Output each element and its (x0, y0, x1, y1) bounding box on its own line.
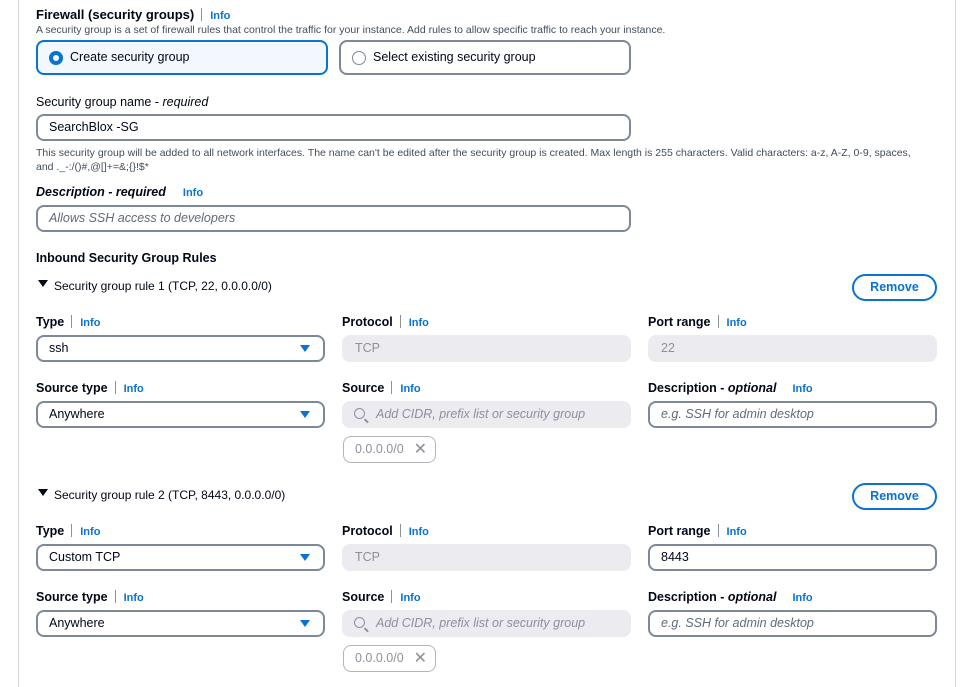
search-icon (354, 408, 365, 419)
sg-name-label: Security group name - required (36, 95, 209, 109)
sg-description-header: Description - required Info (36, 185, 203, 199)
rule-2-port-range-input[interactable]: 8443 (648, 544, 937, 571)
rule-2-source-search-input[interactable]: Add CIDR, prefix list or security group (342, 610, 631, 637)
rule-2-source-type-select[interactable]: Anywhere (36, 610, 325, 637)
rule-2-source-type-info-link[interactable]: Info (124, 592, 144, 604)
rule-2-source-type-label: Source type Info (36, 590, 144, 604)
rule-2-port-range-label: Port range Info (648, 524, 747, 538)
dropdown-caret-icon (300, 345, 310, 352)
rule-2-source-label: Source Info (342, 590, 421, 604)
rule-2-source-info-link[interactable]: Info (400, 592, 420, 604)
close-icon[interactable]: ✕ (414, 437, 427, 462)
rule-2-type-select[interactable]: Custom TCP (36, 544, 325, 571)
rule-1-protocol-field: TCP (342, 335, 631, 362)
rule-2-protocol-label: Protocol Info (342, 524, 429, 538)
rule-1-caret-down-icon[interactable] (38, 280, 48, 287)
radio-selected-icon (49, 51, 63, 65)
rule-1-source-type-select[interactable]: Anywhere (36, 401, 325, 428)
rule-2-port-range-info-link[interactable]: Info (727, 526, 747, 538)
rule-1-source-label: Source Info (342, 381, 421, 395)
rule-1-type-label: Type Info (36, 315, 101, 329)
rule-2-description-label: Description - optional Info (648, 590, 813, 604)
rule-2-protocol-info-link[interactable]: Info (409, 526, 429, 538)
firewall-header: Firewall (security groups) Info (36, 7, 230, 22)
rule-1-remove-button[interactable]: Remove (852, 274, 937, 301)
rule-2-description-input[interactable]: e.g. SSH for admin desktop (648, 610, 937, 637)
rule-1-description-input[interactable]: e.g. SSH for admin desktop (648, 401, 937, 428)
close-icon[interactable]: ✕ (414, 646, 427, 671)
dropdown-caret-icon (300, 411, 310, 418)
rule-1-protocol-label: Protocol Info (342, 315, 429, 329)
rule-1-port-range-field: 22 (648, 335, 937, 362)
rule-1-description-label: Description - optional Info (648, 381, 813, 395)
rule-2-type-label: Type Info (36, 524, 101, 538)
rule-1-type-info-link[interactable]: Info (80, 317, 100, 329)
rule-2-type-info-link[interactable]: Info (80, 526, 100, 538)
panel-right-border (955, 0, 956, 687)
rule-1-protocol-info-link[interactable]: Info (409, 317, 429, 329)
rule-2-description-info-link[interactable]: Info (792, 592, 812, 604)
rule-1-port-range-info-link[interactable]: Info (727, 317, 747, 329)
inbound-rules-title: Inbound Security Group Rules (36, 251, 217, 265)
search-icon (354, 617, 365, 628)
select-existing-security-group-label: Select existing security group (373, 50, 536, 64)
sg-name-help-line1: This security group will be added to all… (36, 147, 911, 159)
dropdown-caret-icon (300, 620, 310, 627)
select-existing-security-group-option[interactable]: Select existing security group (339, 40, 631, 75)
rule-1-port-range-label: Port range Info (648, 315, 747, 329)
rule-1-source-info-link[interactable]: Info (400, 383, 420, 395)
rule-1-title[interactable]: Security group rule 1 (TCP, 22, 0.0.0.0/… (54, 279, 272, 293)
sg-description-info-link[interactable]: Info (183, 187, 203, 199)
firewall-info-link[interactable]: Info (210, 10, 230, 22)
rule-1-source-search-input[interactable]: Add CIDR, prefix list or security group (342, 401, 631, 428)
rule-1-source-type-info-link[interactable]: Info (124, 383, 144, 395)
sg-name-help-line2: and ._-:/()#,@[]+=&;{}!$* (36, 161, 149, 173)
dropdown-caret-icon (300, 554, 310, 561)
rule-2-title[interactable]: Security group rule 2 (TCP, 8443, 0.0.0.… (54, 488, 285, 502)
rule-2-source-token: 0.0.0.0/0 ✕ (343, 645, 436, 672)
panel-left-border (18, 0, 19, 687)
rule-2-protocol-field: TCP (342, 544, 631, 571)
rule-1-type-select[interactable]: ssh (36, 335, 325, 362)
sg-description-label: Description - required (36, 185, 166, 199)
sg-description-input[interactable]: Allows SSH access to developers (36, 205, 631, 232)
rule-1-source-type-label: Source type Info (36, 381, 144, 395)
firewall-description: A security group is a set of firewall ru… (36, 24, 666, 36)
rule-2-caret-down-icon[interactable] (38, 489, 48, 496)
rule-1-description-info-link[interactable]: Info (792, 383, 812, 395)
rule-2-remove-button[interactable]: Remove (852, 483, 937, 510)
radio-unselected-icon (352, 51, 366, 65)
sg-name-input[interactable]: SearchBlox -SG (36, 114, 631, 141)
create-security-group-option[interactable]: Create security group (36, 40, 328, 75)
firewall-title: Firewall (security groups) (36, 7, 195, 22)
create-security-group-label: Create security group (70, 50, 190, 64)
rule-1-source-token: 0.0.0.0/0 ✕ (343, 436, 436, 463)
